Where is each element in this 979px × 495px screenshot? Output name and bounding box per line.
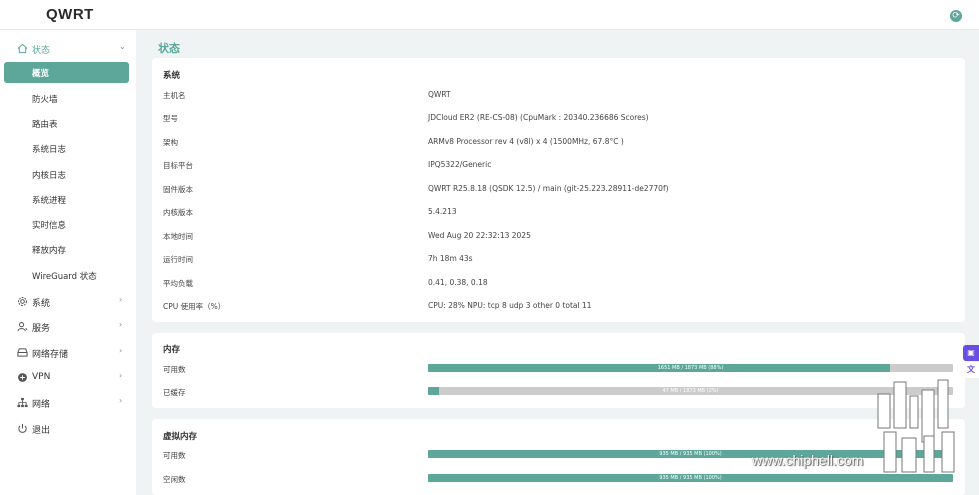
architecture-label: 架构 bbox=[163, 138, 178, 147]
sidebar: 状态 ⌄ 概览 防火墙 路由表 系统日志 内核日志 系统进程 实时信息 释放内存… bbox=[0, 30, 136, 495]
storage-icon bbox=[17, 348, 28, 357]
progress-text: 935 MB / 935 MB (100%) bbox=[659, 475, 722, 481]
sidebar-group-label: 状态 bbox=[32, 46, 51, 56]
sidebar-item-label: WireGuard 状态 bbox=[32, 272, 97, 282]
feedback-icon[interactable]: ▣ bbox=[963, 345, 979, 361]
power-icon bbox=[18, 423, 27, 433]
progress-text: 1651 MB / 1873 MB (88%) bbox=[657, 365, 724, 371]
kernel-version-label: 内核版本 bbox=[163, 208, 193, 217]
sidebar-item-label: 系统日志 bbox=[32, 145, 67, 155]
top-bar: QWRT ⟳ bbox=[0, 0, 979, 30]
sidebar-item-logout[interactable]: 退出 bbox=[0, 418, 136, 440]
cpu-usage-label: CPU 使用率（%） bbox=[163, 302, 226, 311]
kernel-version-value: 5.4.213 bbox=[428, 207, 457, 216]
sidebar-item-overview[interactable]: 概览 bbox=[0, 62, 136, 83]
sidebar-item-free-memory[interactable]: 释放内存 bbox=[0, 239, 136, 259]
sidebar-item-label: 概览 bbox=[32, 69, 50, 79]
network-icon bbox=[17, 397, 28, 408]
firmware-version-label: 固件版本 bbox=[163, 185, 193, 194]
local-time-value: Wed Aug 20 22:32:13 2025 bbox=[428, 231, 531, 240]
sidebar-group-label: 服务 bbox=[32, 324, 51, 334]
uptime-value: 7h 18m 43s bbox=[428, 254, 473, 263]
sidebar-item-realtime[interactable]: 实时信息 bbox=[0, 214, 136, 234]
card-title: 虚拟内存 bbox=[163, 432, 198, 442]
hostname-value: QWRT bbox=[428, 90, 451, 99]
sidebar-item-routes[interactable]: 路由表 bbox=[0, 113, 136, 133]
sidebar-group-label: 网络存储 bbox=[32, 350, 69, 360]
chevron-right-icon: › bbox=[119, 346, 123, 355]
sidebar-group-label: VPN bbox=[32, 372, 51, 382]
sidebar-item-firewall[interactable]: 防火墙 bbox=[0, 88, 136, 108]
sidebar-group-label: 退出 bbox=[32, 426, 51, 436]
page-title: 状态 bbox=[158, 42, 180, 55]
chevron-right-icon: › bbox=[119, 396, 123, 405]
memory-card: 内存 可用数 1651 MB / 1873 MB (88%) 已缓存 47 MB… bbox=[152, 333, 965, 408]
progress-text: 935 MB / 935 MB (100%) bbox=[659, 451, 722, 457]
sidebar-item-syslog[interactable]: 系统日志 bbox=[0, 138, 136, 158]
firmware-version-value: QWRT R25.8.18 (QSDK 12.5) / main (git-25… bbox=[428, 184, 669, 193]
gear-icon bbox=[18, 297, 27, 306]
translate-icon[interactable]: 文 bbox=[963, 362, 979, 378]
home-icon bbox=[17, 43, 28, 54]
sidebar-item-label: 防火墙 bbox=[32, 95, 58, 105]
sidebar-group-network[interactable]: 网络 › bbox=[0, 392, 136, 414]
chevron-right-icon: › bbox=[119, 295, 123, 304]
chevron-right-icon: › bbox=[119, 371, 123, 380]
memory-available-label: 可用数 bbox=[163, 365, 186, 374]
card-title: 系统 bbox=[163, 71, 181, 81]
sidebar-item-label: 内核日志 bbox=[32, 171, 67, 181]
architecture-value: ARMv8 Processor rev 4 (v8l) x 4 (1500MHz… bbox=[428, 137, 624, 146]
chevron-right-icon: › bbox=[119, 320, 123, 329]
sidebar-item-kernel-log[interactable]: 内核日志 bbox=[0, 164, 136, 184]
target-platform-label: 目标平台 bbox=[163, 161, 193, 170]
vpn-icon bbox=[18, 373, 27, 382]
swap-free-bar: 935 MB / 935 MB (100%) bbox=[428, 474, 953, 482]
user-service-icon bbox=[17, 322, 28, 332]
memory-cached-bar: 47 MB / 1873 MB (2%) bbox=[428, 387, 953, 395]
sidebar-item-wireguard[interactable]: WireGuard 状态 bbox=[0, 265, 136, 285]
brand-logo[interactable]: QWRT bbox=[46, 6, 94, 23]
sidebar-group-vpn[interactable]: VPN › bbox=[0, 367, 136, 389]
sidebar-item-label: 路由表 bbox=[32, 120, 58, 130]
sidebar-item-label: 实时信息 bbox=[32, 221, 67, 231]
sidebar-group-services[interactable]: 服务 › bbox=[0, 316, 136, 338]
local-time-label: 本地时间 bbox=[163, 232, 193, 241]
watermark-site-text: www.chiphell.com bbox=[752, 452, 864, 468]
sidebar-group-storage[interactable]: 网络存储 › bbox=[0, 342, 136, 364]
refresh-icon[interactable]: ⟳ bbox=[950, 10, 962, 22]
load-average-label: 平均负载 bbox=[163, 279, 193, 288]
sidebar-group-status[interactable]: 状态 ⌄ bbox=[0, 38, 136, 60]
sidebar-group-system[interactable]: 系统 › bbox=[0, 291, 136, 313]
sidebar-group-label: 系统 bbox=[32, 299, 51, 309]
progress-text: 47 MB / 1873 MB (2%) bbox=[662, 388, 719, 394]
sidebar-item-label: 释放内存 bbox=[32, 246, 67, 256]
cpu-usage-value: CPU: 28% NPU: tcp 8 udp 3 other 0 total … bbox=[428, 301, 592, 310]
swap-free-label: 空闲数 bbox=[163, 475, 186, 484]
memory-cached-label: 已缓存 bbox=[163, 388, 186, 397]
memory-available-bar: 1651 MB / 1873 MB (88%) bbox=[428, 364, 953, 372]
target-platform-value: IPQ5322/Generic bbox=[428, 160, 492, 169]
swap-available-label: 可用数 bbox=[163, 451, 186, 460]
card-title: 内存 bbox=[163, 345, 181, 355]
uptime-label: 运行时间 bbox=[163, 255, 193, 264]
sidebar-item-processes[interactable]: 系统进程 bbox=[0, 189, 136, 209]
model-value: JDCloud ER2 (RE-CS-08) (CpuMark : 20340.… bbox=[428, 113, 649, 122]
watermark-logo bbox=[877, 379, 955, 473]
model-label: 型号 bbox=[163, 114, 178, 123]
sidebar-group-label: 网络 bbox=[32, 400, 51, 410]
chevron-down-icon: ⌄ bbox=[119, 42, 126, 51]
swap-available-bar: 935 MB / 935 MB (100%) bbox=[428, 450, 953, 458]
load-average-value: 0.41, 0.38, 0.18 bbox=[428, 278, 488, 287]
hostname-label: 主机名 bbox=[163, 91, 186, 100]
system-card: 系统 主机名 QWRT 型号 JDCloud ER2 (RE-CS-08) (C… bbox=[152, 58, 965, 322]
sidebar-item-label: 系统进程 bbox=[32, 196, 67, 206]
